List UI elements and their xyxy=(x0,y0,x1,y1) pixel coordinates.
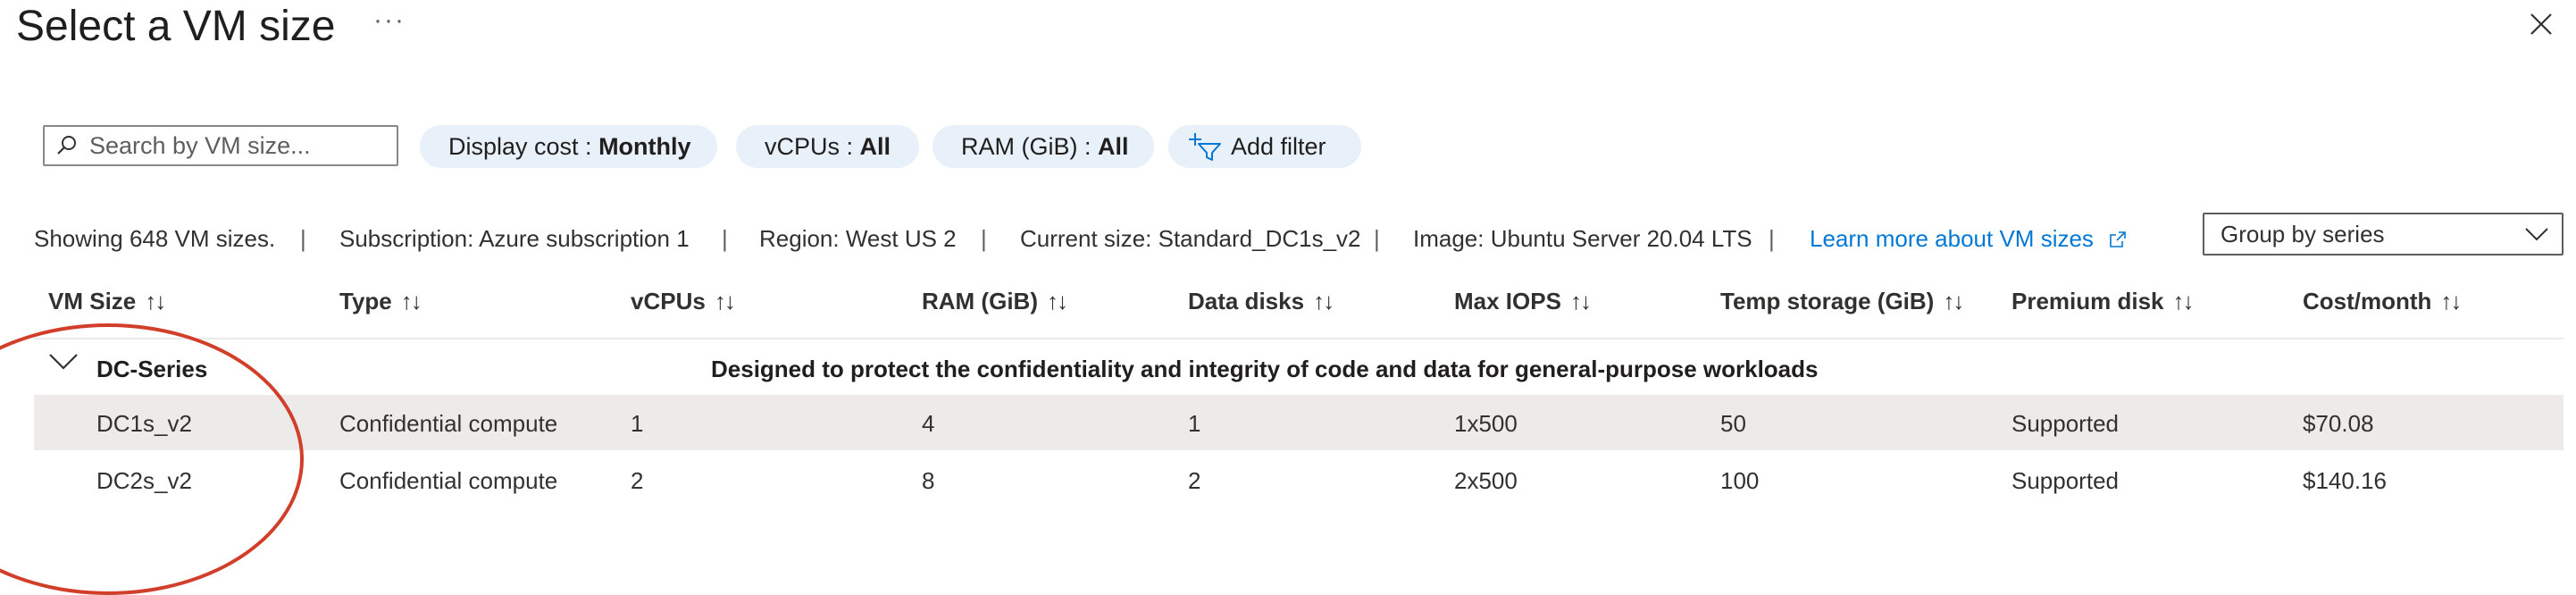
cell-temp-storage: 50 xyxy=(1720,410,1746,437)
sort-icon: ↑↓ xyxy=(1313,288,1334,314)
learn-more-link[interactable]: Learn more about VM sizes xyxy=(1810,225,2127,253)
cell-premium-disk: Supported xyxy=(2011,410,2119,437)
column-header-premium-disk[interactable]: Premium disk ↑↓ xyxy=(2011,288,2195,315)
column-header-cost-month[interactable]: Cost/month ↑↓ xyxy=(2303,288,2462,315)
external-link-icon xyxy=(2110,231,2126,247)
separator: | xyxy=(300,225,306,252)
group-name: DC-Series xyxy=(96,356,208,382)
cell-vcpus: 1 xyxy=(631,410,644,437)
table-row[interactable]: DC1s_v2 Confidential compute 1 4 1 1x500… xyxy=(34,395,2563,450)
group-by-value: Group by series xyxy=(2221,221,2385,247)
group-description: Designed to protect the confidentiality … xyxy=(711,356,1819,382)
sort-icon: ↑↓ xyxy=(1943,288,1964,314)
sort-icon: ↑↓ xyxy=(1569,288,1592,314)
cell-premium-disk: Supported xyxy=(2011,467,2119,494)
sort-icon: ↑↓ xyxy=(1046,288,1068,314)
sort-icon: ↑↓ xyxy=(714,288,736,314)
search-icon xyxy=(57,136,76,155)
column-header-vcpus[interactable]: vCPUs ↑↓ xyxy=(631,288,736,315)
chevron-down-icon xyxy=(2525,228,2548,241)
cell-type: Confidential compute xyxy=(339,410,558,437)
cell-cost-month: $140.16 xyxy=(2303,467,2387,494)
ram-filter-label: RAM (GiB) : xyxy=(961,133,1098,160)
close-icon[interactable] xyxy=(2528,11,2555,38)
search-input[interactable] xyxy=(88,130,386,161)
separator: | xyxy=(722,225,728,252)
separator: | xyxy=(981,225,987,252)
cell-ram: 4 xyxy=(922,410,935,437)
column-header-data-disks[interactable]: Data disks ↑↓ xyxy=(1188,288,1334,315)
ram-filter-value: All xyxy=(1098,133,1129,160)
search-box[interactable] xyxy=(43,125,398,166)
column-header-label: VM Size xyxy=(48,288,137,314)
cell-ram: 8 xyxy=(922,467,935,494)
vm-count-text: Showing 648 VM sizes. xyxy=(34,225,276,252)
display-cost-value: Monthly xyxy=(598,133,691,160)
region-text: Region: West US 2 xyxy=(759,225,957,252)
cell-vm-size: DC2s_v2 xyxy=(96,467,192,494)
subscription-text: Subscription: Azure subscription 1 xyxy=(339,225,690,252)
column-header-label: Cost/month xyxy=(2303,288,2432,314)
cell-vcpus: 2 xyxy=(631,467,644,494)
display-cost-filter[interactable]: Display cost : Monthly xyxy=(420,125,717,168)
column-header-vm-size[interactable]: VM Size ↑↓ xyxy=(48,288,166,315)
column-header-type[interactable]: Type ↑↓ xyxy=(339,288,422,315)
header-divider xyxy=(34,338,2563,339)
cell-max-iops: 1x500 xyxy=(1454,410,1518,437)
learn-more-label: Learn more about VM sizes xyxy=(1810,225,2094,252)
cell-temp-storage: 100 xyxy=(1720,467,1760,494)
chevron-down-icon[interactable] xyxy=(48,352,79,372)
add-filter-icon xyxy=(1189,133,1221,161)
add-filter-button[interactable]: Add filter xyxy=(1168,125,1361,168)
page-title: Select a VM size xyxy=(16,3,336,50)
cell-vm-size: DC1s_v2 xyxy=(96,410,192,437)
cell-data-disks: 1 xyxy=(1188,410,1201,437)
column-header-ram[interactable]: RAM (GiB) ↑↓ xyxy=(922,288,1068,315)
display-cost-label: Display cost : xyxy=(448,133,599,160)
group-row-dc-series[interactable]: DC-Series Designed to protect the confid… xyxy=(34,343,2563,393)
column-header-label: Temp storage (GiB) xyxy=(1720,288,1935,314)
cell-cost-month: $70.08 xyxy=(2303,410,2374,437)
column-header-label: RAM (GiB) xyxy=(922,288,1038,314)
sort-icon: ↑↓ xyxy=(145,288,166,314)
sort-icon: ↑↓ xyxy=(2172,288,2195,314)
image-text: Image: Ubuntu Server 20.04 LTS xyxy=(1413,225,1752,252)
sort-icon: ↑↓ xyxy=(400,288,422,314)
column-header-label: Data disks xyxy=(1188,288,1305,314)
column-header-label: Premium disk xyxy=(2011,288,2164,314)
add-filter-label: Add filter xyxy=(1231,133,1326,160)
column-header-label: Max IOPS xyxy=(1454,288,1561,314)
more-options-button[interactable]: ··· xyxy=(373,5,406,36)
column-header-label: vCPUs xyxy=(631,288,706,314)
cell-data-disks: 2 xyxy=(1188,467,1201,494)
vcpus-filter-label: vCPUs : xyxy=(765,133,860,160)
ram-filter[interactable]: RAM (GiB) : All xyxy=(933,125,1154,168)
vcpus-filter[interactable]: vCPUs : All xyxy=(736,125,919,168)
table-row[interactable]: DC2s_v2 Confidential compute 2 8 2 2x500… xyxy=(34,452,2563,507)
column-header-temp-storage[interactable]: Temp storage (GiB) ↑↓ xyxy=(1720,288,1964,315)
separator: | xyxy=(1769,225,1775,252)
vcpus-filter-value: All xyxy=(859,133,891,160)
current-size-text: Current size: Standard_DC1s_v2 xyxy=(1020,225,1361,252)
separator: | xyxy=(1374,225,1380,252)
cell-max-iops: 2x500 xyxy=(1454,467,1518,494)
group-by-dropdown[interactable]: Group by series xyxy=(2203,213,2563,256)
column-header-max-iops[interactable]: Max IOPS ↑↓ xyxy=(1454,288,1592,315)
sort-icon: ↑↓ xyxy=(2440,288,2462,314)
cell-type: Confidential compute xyxy=(339,467,558,494)
column-header-label: Type xyxy=(339,288,392,314)
